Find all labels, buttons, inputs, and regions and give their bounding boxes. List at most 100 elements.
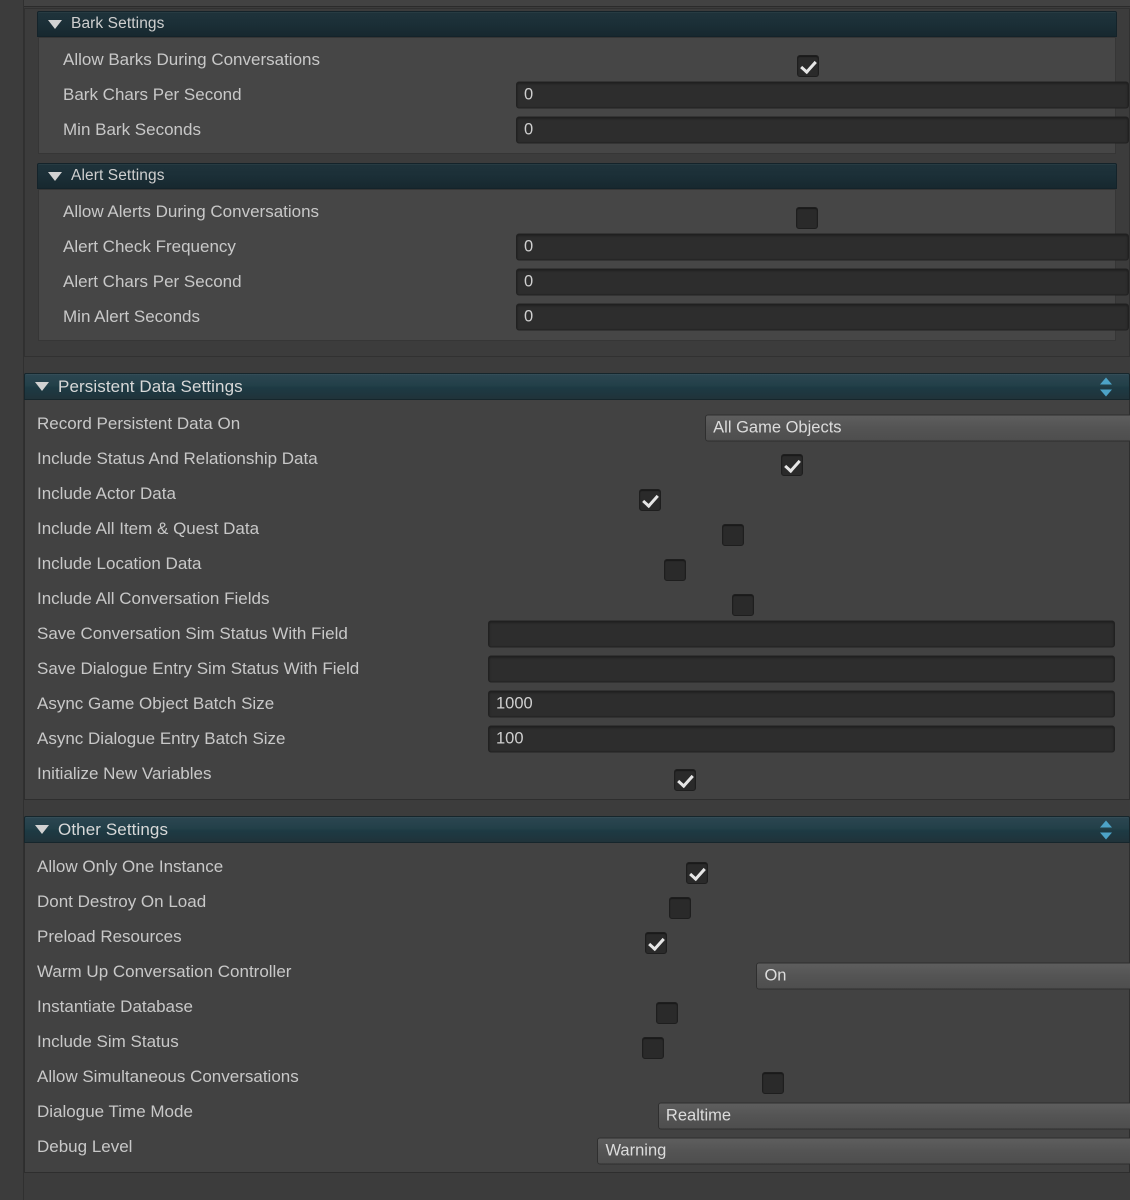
checkbox-toggle[interactable] xyxy=(780,454,803,476)
dropdown-select[interactable]: Realtime xyxy=(657,1102,1130,1129)
sort-up-arrow-icon[interactable] xyxy=(1100,820,1112,827)
sort-updown-icon[interactable] xyxy=(1099,820,1113,839)
dropdown-value: All Game Objects xyxy=(713,418,842,436)
row-label: Dont Destroy On Load xyxy=(37,891,207,911)
row-label: Record Persistent Data On xyxy=(37,413,241,433)
text-input[interactable]: 0 xyxy=(516,268,1129,295)
dropdown-select[interactable]: Warning xyxy=(597,1137,1130,1164)
checkbox-toggle[interactable] xyxy=(655,1002,678,1024)
row-label: Warm Up Conversation Controller xyxy=(37,961,292,981)
checkbox-toggle[interactable] xyxy=(664,559,687,581)
text-input[interactable]: 100 xyxy=(488,725,1115,752)
row-label: Async Game Object Batch Size xyxy=(37,693,275,713)
checkbox-toggle[interactable] xyxy=(796,207,819,229)
input-value: 0 xyxy=(524,307,534,325)
foldout-title: Other Settings xyxy=(58,819,169,839)
checkbox-toggle[interactable] xyxy=(722,524,745,546)
dropdown-value: Warning xyxy=(605,1141,667,1159)
foldout-title: Persistent Data Settings xyxy=(58,376,243,396)
checkbox-toggle[interactable] xyxy=(797,55,819,77)
row-label: Save Conversation Sim Status With Field xyxy=(37,623,348,643)
checkbox-toggle[interactable] xyxy=(686,862,709,884)
settings-row: Debug Level Warning xyxy=(25,1129,1130,1164)
input-value: 0 xyxy=(524,272,534,290)
settings-row: Allow Barks During Conversations xyxy=(39,42,1115,77)
text-input[interactable] xyxy=(488,655,1115,682)
checkbox-toggle[interactable] xyxy=(669,897,692,919)
text-input[interactable]: 0 xyxy=(516,233,1129,260)
section-body-persistent-data-settings: Record Persistent Data On All Game Object… xyxy=(24,400,1130,800)
settings-row: Include All Conversation Fields xyxy=(25,581,1129,616)
row-label: Save Dialogue Entry Sim Status With Fiel… xyxy=(37,658,360,678)
text-input[interactable] xyxy=(488,620,1115,647)
checkbox-toggle[interactable] xyxy=(761,1072,784,1094)
settings-row: Include Actor Data xyxy=(25,476,1129,511)
foldout-header-alert-settings[interactable]: Alert Settings xyxy=(37,163,1117,189)
foldout-header-other-settings[interactable]: Other Settings xyxy=(24,816,1130,843)
text-input[interactable]: 0 xyxy=(516,116,1129,143)
row-label: Bark Chars Per Second xyxy=(63,84,242,104)
checkbox-toggle[interactable] xyxy=(674,769,697,791)
settings-row: Alert Check Frequency 0 xyxy=(39,229,1129,264)
row-label: Min Alert Seconds xyxy=(63,306,201,326)
settings-row: Min Alert Seconds 0 xyxy=(39,299,1129,334)
dropdown-select[interactable]: All Game Objects xyxy=(705,414,1130,441)
input-value: 100 xyxy=(496,729,524,747)
row-label: Include All Item & Quest Data xyxy=(37,518,260,538)
text-input[interactable]: 1000 xyxy=(488,690,1115,717)
row-label: Include Actor Data xyxy=(37,483,176,503)
settings-row: Min Bark Seconds 0 xyxy=(39,112,1129,147)
settings-row: Preload Resources xyxy=(25,919,1129,954)
foldout-header-persistent-data-settings[interactable]: Persistent Data Settings xyxy=(24,373,1130,400)
row-label: Min Bark Seconds xyxy=(63,119,201,139)
input-value: 1000 xyxy=(496,694,533,712)
text-input[interactable]: 0 xyxy=(516,81,1129,108)
sort-down-arrow-icon[interactable] xyxy=(1100,389,1112,396)
dropdown-value: On xyxy=(764,966,787,984)
row-label: Debug Level xyxy=(37,1136,133,1156)
text-input[interactable]: 0 xyxy=(516,303,1129,330)
settings-row: Warm Up Conversation Controller On xyxy=(25,954,1130,989)
settings-content: Bark Settings Allow Barks During Conversa… xyxy=(24,8,1130,1173)
section-body-bark-settings: Allow Barks During Conversations Bark Cha… xyxy=(38,37,1129,154)
settings-row: Include Sim Status xyxy=(25,1024,1129,1059)
settings-row: Include Status And Relationship Data xyxy=(25,441,1129,476)
row-label: Alert Check Frequency xyxy=(63,236,236,256)
triangle-down-icon[interactable] xyxy=(35,825,49,834)
triangle-down-icon[interactable] xyxy=(48,171,62,181)
row-label: Allow Barks During Conversations xyxy=(63,49,320,69)
section-persistent-data-settings: Persistent Data Settings Record Persisten… xyxy=(24,373,1130,800)
row-label: Instantiate Database xyxy=(37,996,193,1016)
row-label: Async Dialogue Entry Batch Size xyxy=(37,728,286,748)
settings-row: Dont Destroy On Load xyxy=(25,884,1129,919)
row-label: Dialogue Time Mode xyxy=(37,1101,193,1121)
sort-updown-icon[interactable] xyxy=(1099,377,1113,396)
foldout-header-bark-settings[interactable]: Bark Settings xyxy=(37,11,1117,37)
row-label: Include Sim Status xyxy=(37,1031,179,1051)
triangle-down-icon[interactable] xyxy=(48,19,62,29)
section-bark-settings: Bark Settings Allow Barks During Conversa… xyxy=(37,9,1129,154)
checkbox-toggle[interactable] xyxy=(638,489,661,511)
checkbox-toggle[interactable] xyxy=(644,932,667,954)
settings-row: Include Location Data xyxy=(25,546,1129,581)
row-label: Include All Conversation Fields xyxy=(37,588,270,608)
triangle-down-icon[interactable] xyxy=(35,382,49,391)
settings-row: Allow Alerts During Conversations xyxy=(39,194,1115,229)
checkbox-toggle[interactable] xyxy=(641,1037,664,1059)
settings-row: Bark Chars Per Second 0 xyxy=(39,77,1129,112)
dropdown-select[interactable]: On xyxy=(756,962,1130,989)
settings-row: Include All Item & Quest Data xyxy=(25,511,1129,546)
previous-group-edge xyxy=(24,0,1130,7)
checkbox-toggle[interactable] xyxy=(732,594,755,616)
subsettings-container: Bark Settings Allow Barks During Conversa… xyxy=(24,8,1130,357)
section-body-other-settings: Allow Only One Instance Dont Destroy On L… xyxy=(24,843,1130,1173)
settings-row: Save Conversation Sim Status With Field xyxy=(25,616,1129,651)
settings-row: Alert Chars Per Second 0 xyxy=(39,264,1129,299)
inspector-panel: Bark Settings Allow Barks During Conversa… xyxy=(0,0,1130,1200)
settings-row: Async Game Object Batch Size 1000 xyxy=(25,686,1129,721)
sort-up-arrow-icon[interactable] xyxy=(1100,377,1112,384)
foldout-title: Alert Settings xyxy=(71,167,165,184)
settings-row: Record Persistent Data On All Game Object… xyxy=(25,406,1130,441)
row-label: Preload Resources xyxy=(37,926,182,946)
sort-down-arrow-icon[interactable] xyxy=(1100,832,1112,839)
